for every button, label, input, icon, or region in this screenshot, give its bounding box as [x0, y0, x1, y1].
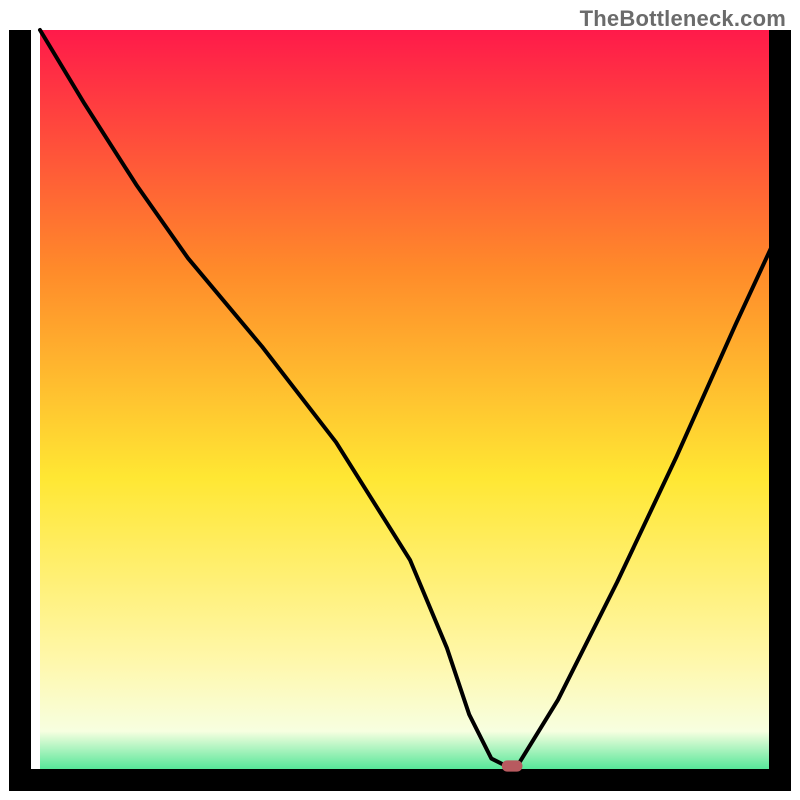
bottleneck-chart	[0, 0, 800, 800]
chart-container: TheBottleneck.com	[0, 0, 800, 800]
